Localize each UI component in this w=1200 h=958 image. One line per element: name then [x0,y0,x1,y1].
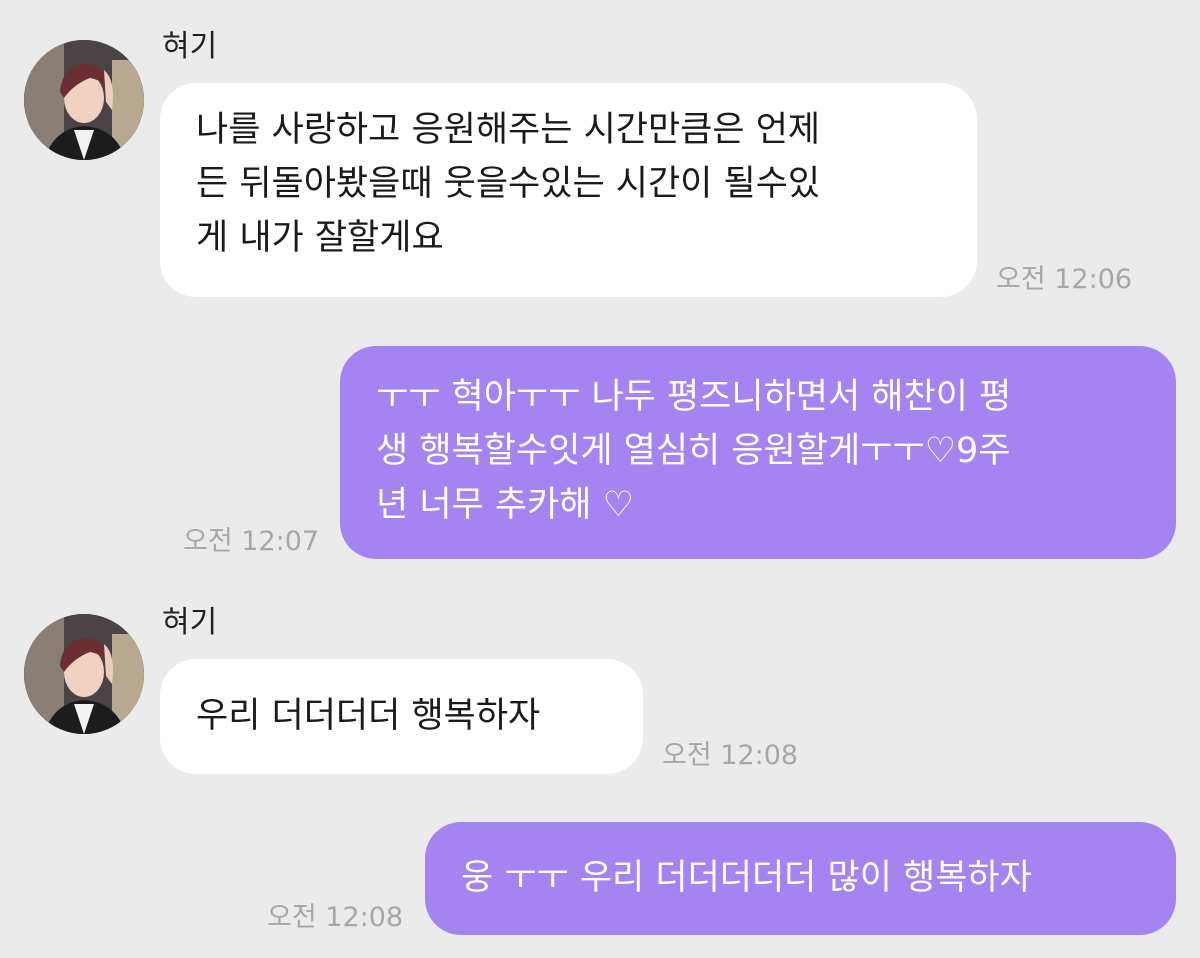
message-line: 우리 더더더더 행복하자 [196,696,541,736]
incoming-message-bubble[interactable]: 우리 더더더더 행복하자 [160,659,643,774]
message-line: 나를 사랑하고 응원해주는 시간만큼은 언제 [196,110,821,150]
message-line: 게 내가 잘할게요 [196,218,444,258]
message-timestamp: 오전 12:08 [662,740,799,771]
message-line: 든 뒤돌아봤을때 웃을수있는 시간이 될수있 [196,164,821,204]
incoming-message-bubble[interactable]: 나를 사랑하고 응원해주는 시간만큼은 언제 든 뒤돌아봤을때 웃을수있는 시간… [160,83,977,297]
message-line: ㅜㅜ 혁아ㅜㅜ 나두 평즈니하면서 해찬이 평 [376,377,1012,417]
chat-window: 혀기 나를 사랑하고 응원해주는 시간만큼은 언제 든 뒤돌아봤을때 웃을수있는… [0,0,1200,958]
sender-avatar[interactable] [24,614,144,734]
message-line: 생 행복할수잇게 열심히 응원할게ㅜㅜ♡9주 [376,431,1011,471]
outgoing-message-bubble[interactable]: ㅜㅜ 혁아ㅜㅜ 나두 평즈니하면서 해찬이 평 생 행복할수잇게 열심히 응원할… [340,346,1176,559]
outgoing-message-bubble[interactable]: 웅 ㅜㅜ 우리 더더더더더 많이 행복하자 [425,822,1176,935]
profile-photo-icon [24,40,144,160]
profile-photo-icon [24,614,144,734]
message-timestamp: 오전 12:08 [267,902,404,933]
message-timestamp: 오전 12:07 [183,526,320,557]
sender-name: 혀기 [162,605,218,640]
sender-name: 혀기 [162,29,218,64]
message-line: 년 너무 추카해 ♡ [376,485,634,525]
message-line: 웅 ㅜㅜ 우리 더더더더더 많이 행복하자 [461,858,1032,898]
sender-avatar[interactable] [24,40,144,160]
message-timestamp: 오전 12:06 [996,264,1133,295]
